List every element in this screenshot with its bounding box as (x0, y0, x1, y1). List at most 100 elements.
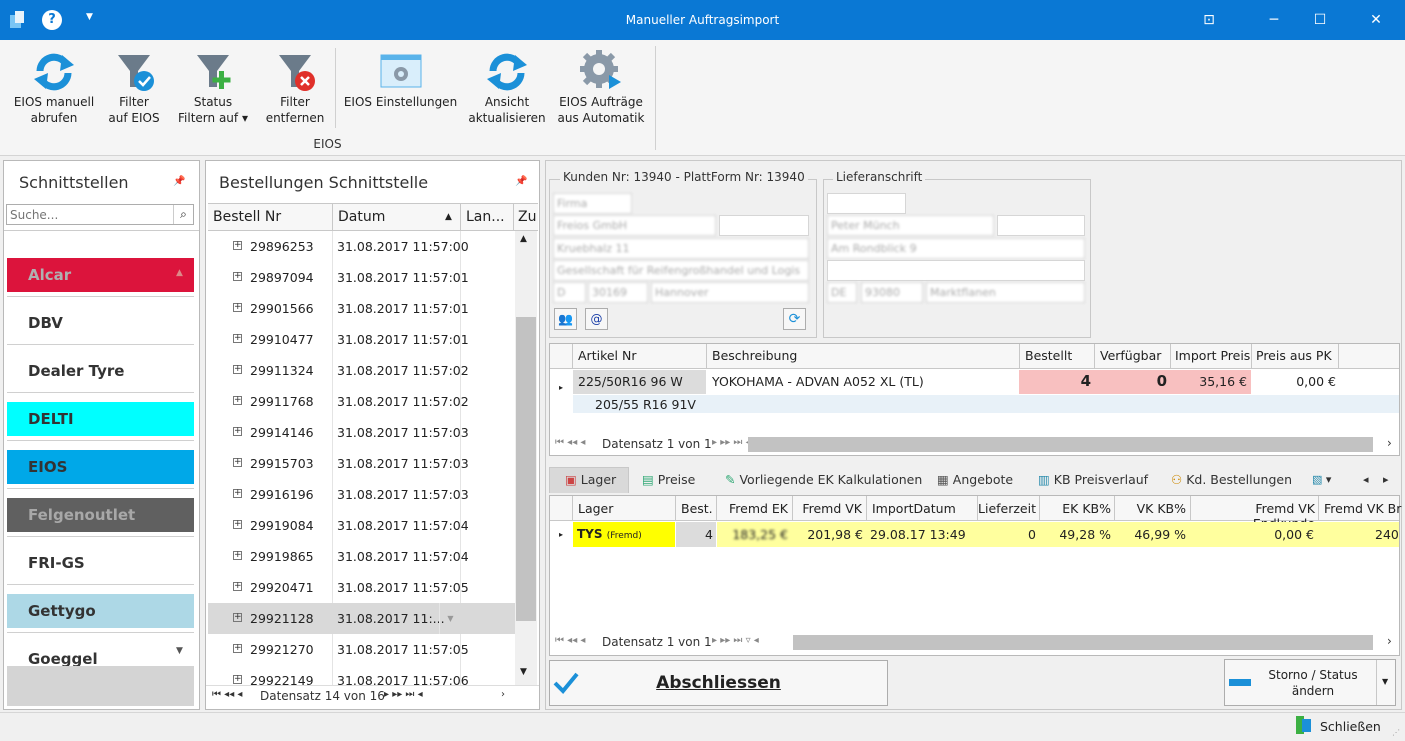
pin-icon[interactable]: 📌 (173, 176, 185, 187)
stock-ek-kb[interactable]: 49,28 % (1040, 527, 1111, 542)
expand-icon[interactable]: + (233, 427, 242, 436)
resize-grip[interactable]: ⋰ (1392, 728, 1400, 737)
interface-item[interactable]: FRI-GS (7, 546, 194, 580)
stock-import-datum[interactable]: 29.08.17 13:49 (870, 527, 966, 542)
order-row[interactable]: +29919084 31.08.2017 11:57:04 (208, 510, 516, 541)
delivery-field-city[interactable]: Marktflanen (926, 282, 1085, 303)
col-ek-kb[interactable]: EK KB% (1041, 501, 1111, 516)
order-row[interactable]: +29921270 31.08.2017 11:57:05 (208, 634, 516, 665)
scrollbar-thumb[interactable] (516, 317, 536, 621)
tab-kb-preisverlauf[interactable]: ▥ KB Preisverlauf (1038, 468, 1148, 492)
customer-field-city[interactable]: Hannover (651, 282, 809, 303)
nav-first-icon[interactable]: ⏮ ◂◂ ◂ (212, 689, 242, 700)
article-nr[interactable]: 225/50R16 96 W (578, 374, 683, 389)
nav-first-icon[interactable]: ⏮ ◂◂ ◂ (555, 635, 585, 646)
col-verfuegbar[interactable]: Verfügbar (1100, 348, 1161, 363)
scroll-right-icon[interactable]: › (1387, 436, 1392, 450)
col-bestellt[interactable]: Bestellt (1025, 348, 1072, 363)
expand-icon[interactable]: + (233, 675, 242, 684)
close-button[interactable]: ✕ (1353, 0, 1399, 40)
storno-status-button[interactable]: Storno / Status ändern ▼ (1224, 659, 1396, 706)
col-fremd-vk[interactable]: Fremd VK (792, 501, 862, 516)
nav-scroll-right-icon[interactable]: › (501, 689, 505, 700)
article-bestellt[interactable]: 4 (1020, 372, 1091, 390)
order-row[interactable]: +29919865 31.08.2017 11:57:04 (208, 541, 516, 572)
order-row[interactable]: +29921128 31.08.2017 11:... ▼ (208, 603, 516, 634)
pin-icon[interactable]: 📌 (515, 176, 527, 187)
stock-br[interactable]: 240 (1375, 527, 1399, 542)
stock-lieferzeit[interactable]: 0 (978, 527, 1036, 542)
col-fremd-vk-br[interactable]: Fremd VK Br (1324, 501, 1401, 516)
col-land[interactable]: Lan... (466, 209, 505, 225)
tab-preise[interactable]: ▤ Preise (642, 468, 695, 492)
order-row[interactable]: +29911768 31.08.2017 11:57:02 (208, 386, 516, 417)
col-fremd-ek[interactable]: Fremd EK (718, 501, 788, 516)
delivery-field-name[interactable]: Peter Münch (827, 215, 994, 236)
article-description[interactable]: YOKOHAMA - ADVAN A052 XL (TL) (712, 374, 924, 389)
customer-contact-icon[interactable]: 👥 (554, 308, 577, 330)
stock-vk-kb[interactable]: 46,99 % (1115, 527, 1186, 542)
stock-endkunde[interactable]: 0,00 € (1191, 527, 1314, 542)
nav-next-icon[interactable]: ▸ ▸▸ ⏭ ◂ (384, 689, 423, 700)
delivery-field-extra[interactable] (827, 260, 1085, 281)
customer-field-extra[interactable]: Gesellschaft für Reifengroßhandel und Lo… (553, 260, 809, 281)
stock-lager[interactable]: TYS (Fremd) (577, 527, 642, 541)
expand-icon[interactable]: + (233, 489, 242, 498)
col-import-datum[interactable]: ImportDatum (872, 501, 956, 516)
customer-field-zip[interactable]: 30169 (588, 282, 648, 303)
filter-auf-eios-button[interactable]: Filter auf EIOS (103, 48, 165, 126)
minimize-button[interactable]: ─ (1251, 0, 1297, 40)
col-import-preis[interactable]: Import Preis (1175, 348, 1250, 363)
tab-overflow-dropdown[interactable]: ▧ ▾ (1312, 468, 1331, 492)
eios-einstellungen-button[interactable]: EIOS Einstellungen (342, 48, 459, 110)
interface-item[interactable]: DBV (7, 306, 194, 340)
nav-next-icon[interactable]: ▸ ▸▸ ⏭ ▿ ◂ (712, 635, 759, 646)
order-row[interactable]: +29916196 31.08.2017 11:57:03 (208, 479, 516, 510)
customer-field-firma[interactable]: Firma (553, 193, 632, 214)
scroll-right-icon[interactable]: › (1387, 634, 1392, 648)
tab-ek-kalkulationen[interactable]: ✎ Vorliegende EK Kalkulationen (725, 468, 922, 492)
order-row[interactable]: +29915703 31.08.2017 11:57:03 (208, 448, 516, 479)
stock-hscroll-thumb[interactable] (793, 635, 1373, 650)
restore-layout-icon[interactable]: ⊡ (1186, 0, 1232, 40)
order-row[interactable]: +29901566 31.08.2017 11:57:01 (208, 293, 516, 324)
order-row[interactable]: +29911324 31.08.2017 11:57:02 (208, 355, 516, 386)
orders-scrollbar[interactable]: ▲ ▼ (515, 231, 537, 686)
delivery-field-country[interactable]: DE (827, 282, 857, 303)
order-row[interactable]: +29897094 31.08.2017 11:57:01 (208, 262, 516, 293)
col-artikel-nr[interactable]: Artikel Nr (578, 348, 636, 363)
expand-icon[interactable]: + (233, 458, 242, 467)
expand-icon[interactable]: + (233, 582, 242, 591)
expand-icon[interactable]: + (233, 396, 242, 405)
delivery-field-street[interactable]: Am Rondblick 9 (827, 238, 1085, 259)
datum-dropdown-icon[interactable]: ▼ (439, 603, 461, 634)
interface-item[interactable]: EIOS (7, 450, 194, 484)
expand-icon[interactable]: + (233, 613, 242, 622)
interface-item[interactable]: Felgenoutlet (7, 498, 194, 532)
col-preis-pk[interactable]: Preis aus PK (1256, 348, 1332, 363)
order-row[interactable]: +29914146 31.08.2017 11:57:03 (208, 417, 516, 448)
customer-field-name[interactable]: Freios GmbH (553, 215, 716, 236)
col-bestell-nr[interactable]: Bestell Nr (213, 209, 281, 225)
col-datum[interactable]: Datum (338, 209, 385, 225)
col-vk-kb[interactable]: VK KB% (1116, 501, 1186, 516)
search-icon[interactable]: ⌕ (173, 205, 193, 224)
delivery-field-zip[interactable]: 93080 (861, 282, 923, 303)
ansicht-aktualisieren-button[interactable]: Ansicht aktualisieren (466, 48, 548, 126)
article-verfuegbar[interactable]: 0 (1095, 372, 1167, 390)
filter-entfernen-button[interactable]: Filter entfernen (262, 48, 328, 126)
order-row[interactable]: +29910477 31.08.2017 11:57:01 (208, 324, 516, 355)
scroll-down-icon[interactable]: ▼ (176, 646, 183, 656)
sync-address-icon[interactable]: ⟳ (783, 308, 806, 330)
expand-icon[interactable]: + (233, 365, 242, 374)
tab-kd-bestellungen[interactable]: ⚇ Kd. Bestellungen (1171, 468, 1292, 492)
maximize-button[interactable]: ☐ (1297, 0, 1343, 40)
tab-angebote[interactable]: ▦ Angebote (937, 468, 1013, 492)
stock-best[interactable]: 4 (677, 527, 713, 542)
customer-field-name2[interactable] (719, 215, 809, 236)
stock-fremd-ek[interactable]: 183,25 € (718, 527, 788, 542)
abschliessen-button[interactable]: Abschliessen (549, 660, 888, 706)
tab-scroll-left-icon[interactable]: ◂ (1363, 468, 1369, 492)
expand-icon[interactable]: + (233, 272, 242, 281)
tab-lager[interactable]: ▣ Lager (565, 468, 616, 492)
